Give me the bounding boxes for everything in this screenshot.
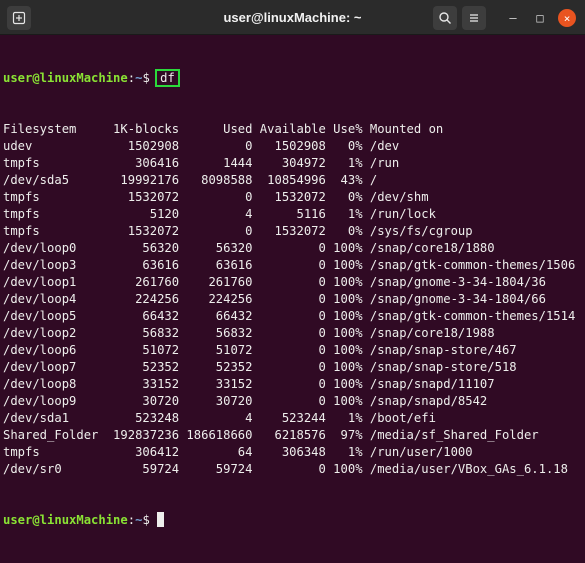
close-icon: × [563, 11, 571, 25]
output-line: /dev/loop7 52352 52352 0 100% /snap/snap… [3, 360, 517, 374]
output-line: tmpfs 306412 64 306348 1% /run/user/1000 [3, 445, 473, 459]
output-line: tmpfs 5120 4 5116 1% /run/lock [3, 207, 436, 221]
menu-button[interactable] [462, 6, 486, 30]
output-line: /dev/sda5 19992176 8098588 10854996 43% … [3, 173, 378, 187]
text-cursor [157, 512, 165, 527]
output-line: /dev/loop8 33152 33152 0 100% /snap/snap… [3, 377, 495, 391]
output-line: /dev/loop0 56320 56320 0 100% /snap/core… [3, 241, 495, 255]
minimize-icon: – [509, 11, 517, 25]
maximize-button[interactable]: □ [531, 9, 549, 27]
close-button[interactable]: × [558, 9, 576, 27]
window-title: user@linuxMachine: ~ [223, 10, 362, 25]
hamburger-menu-icon [470, 14, 478, 22]
output-line: udev 1502908 0 1502908 0% /dev [3, 139, 400, 153]
maximize-icon: □ [536, 11, 544, 25]
terminal-window: user@linuxMachine: ~ – □ × user@linuxMac… [0, 0, 585, 527]
output-line: /dev/loop2 56832 56832 0 100% /snap/core… [3, 326, 495, 340]
output-line: /dev/loop9 30720 30720 0 100% /snap/snap… [3, 394, 488, 408]
output-line: /dev/sr0 59724 59724 0 100% /media/user/… [3, 462, 568, 476]
output-line: /dev/loop1 261760 261760 0 100% /snap/gn… [3, 275, 546, 289]
minimize-button[interactable]: – [504, 9, 522, 27]
output-line: tmpfs 1532072 0 1532072 0% /dev/shm [3, 190, 429, 204]
prompt-separator: : [127, 71, 136, 85]
output-line: /dev/loop3 63616 63616 0 100% /snap/gtk-… [3, 258, 576, 272]
output-line: tmpfs 1532072 0 1532072 0% /sys/fs/cgrou… [3, 224, 473, 238]
output-line: /dev/loop5 66432 66432 0 100% /snap/gtk-… [3, 309, 576, 323]
active-prompt-line[interactable]: user@linuxMachine:~$ [3, 512, 585, 529]
output-line: tmpfs 306416 1444 304972 1% /run [3, 156, 400, 170]
prompt-separator: : [127, 513, 136, 527]
search-button[interactable] [433, 6, 457, 30]
prompt-path: ~ [135, 513, 143, 527]
search-icon [439, 12, 451, 24]
entered-command: df [155, 69, 180, 87]
output-line: Shared_Folder 192837236 186618660 621857… [3, 428, 539, 442]
prompt-user-host: user@linuxMachine [3, 71, 128, 85]
command-output: Filesystem 1K-blocks Used Available Use%… [3, 121, 585, 478]
output-line: /dev/sda1 523248 4 523244 1% /boot/efi [3, 411, 436, 425]
prompt-symbol: $ [142, 513, 158, 527]
prompt-symbol: $ [142, 71, 158, 85]
terminal-content[interactable]: user@linuxMachine:~$ df Filesystem 1K-bl… [3, 36, 585, 527]
title-bar: user@linuxMachine: ~ – □ × [0, 0, 585, 35]
prompt-user-host: user@linuxMachine [3, 513, 128, 527]
output-line: /dev/loop4 224256 224256 0 100% /snap/gn… [3, 292, 546, 306]
output-header-line: Filesystem 1K-blocks Used Available Use%… [3, 122, 444, 136]
output-line: /dev/loop6 51072 51072 0 100% /snap/snap… [3, 343, 517, 357]
command-line: user@linuxMachine:~$ df [3, 69, 585, 87]
